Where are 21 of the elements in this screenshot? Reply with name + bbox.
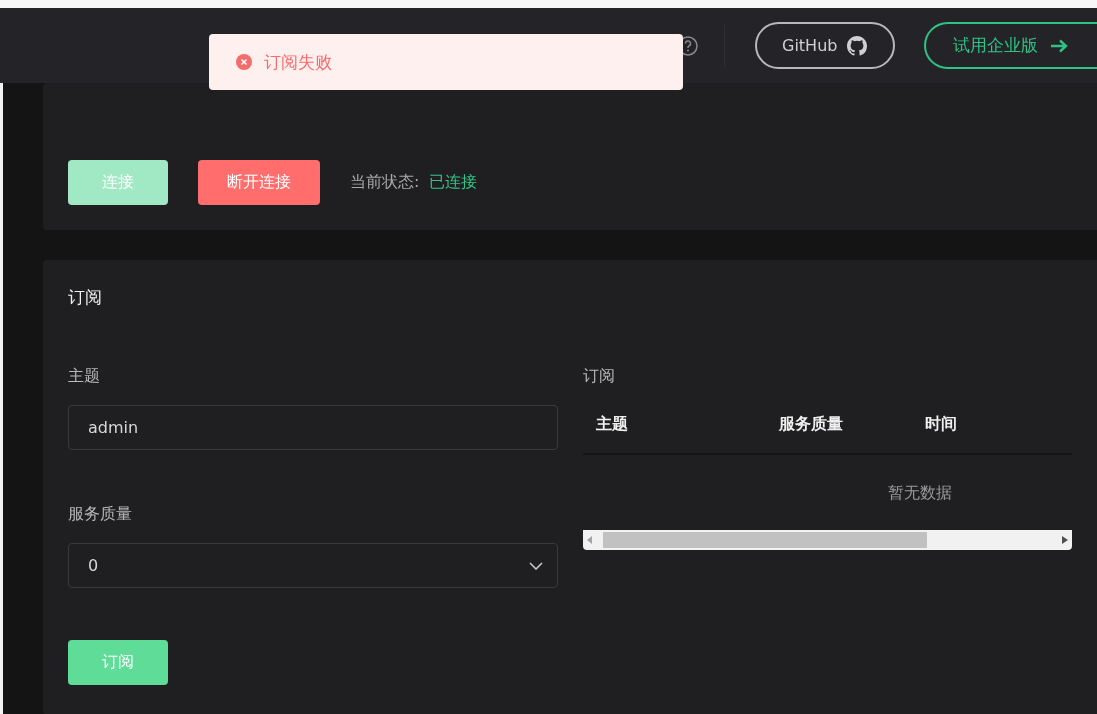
chevron-icon bbox=[529, 561, 543, 570]
topic-field[interactable]: admin bbox=[68, 405, 558, 450]
column-header: 服务质量 bbox=[778, 413, 844, 435]
github-button[interactable]: GitHub bbox=[755, 22, 895, 69]
toast-message: 订阅失败 bbox=[264, 50, 332, 74]
github-icon bbox=[847, 35, 868, 56]
field-label: 主题 bbox=[68, 366, 101, 386]
list-title: 订阅 bbox=[583, 366, 616, 386]
arrow-right-icon bbox=[1050, 38, 1068, 53]
column-header: 主题 bbox=[595, 413, 629, 435]
scroll-right-icon[interactable] bbox=[1062, 536, 1068, 544]
enterprise-trial-button[interactable]: 试用企业版 bbox=[924, 22, 1097, 69]
empty-text: 暂无数据 bbox=[887, 483, 952, 502]
scrollbar[interactable] bbox=[583, 530, 1072, 550]
section-title: 订阅 bbox=[68, 286, 103, 309]
error-icon bbox=[236, 54, 252, 70]
status-value: 已连接 bbox=[429, 172, 478, 193]
qos-select[interactable]: 0 bbox=[68, 543, 558, 588]
status-label: 当前状态: bbox=[350, 172, 420, 193]
field-label: 服务质量 bbox=[68, 504, 133, 524]
column-header: 时间 bbox=[925, 413, 959, 435]
